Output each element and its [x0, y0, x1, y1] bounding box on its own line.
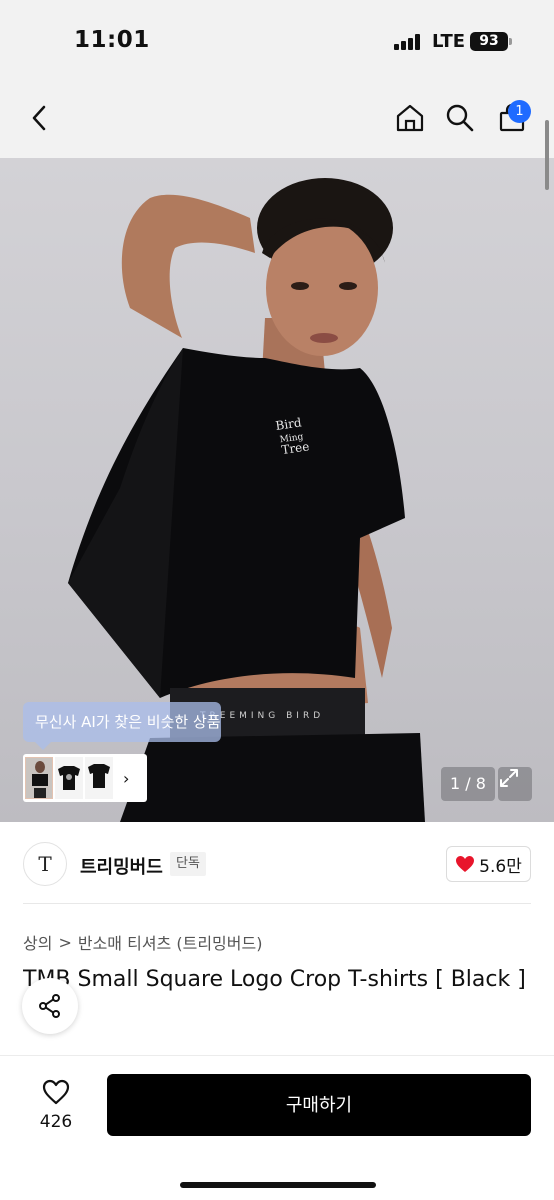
cart-count-badge: 1: [508, 100, 531, 123]
ai-similar-tooltip[interactable]: 무신사 AI가 찾은 비슷한 상품: [23, 702, 221, 750]
status-time: 11:01: [74, 27, 150, 53]
brand-like-count: 5.6만: [479, 856, 522, 877]
breadcrumb: 상의 > 반소매 티셔츠 (트리밍버드): [23, 930, 262, 954]
scrollbar[interactable]: [545, 120, 549, 190]
home-indicator: [180, 1182, 376, 1188]
home-icon: [396, 104, 424, 132]
thumbnail-2[interactable]: [55, 757, 83, 799]
chevron-right-icon[interactable]: ›: [123, 769, 129, 788]
breadcrumb-category[interactable]: 상의: [23, 930, 52, 954]
top-navigation: [0, 80, 554, 158]
chevron-left-icon: [32, 105, 46, 131]
bottom-action-bar: 426 구매하기: [0, 1055, 554, 1200]
brand-logo[interactable]: T: [23, 842, 67, 886]
wishlist-count: 426: [39, 1112, 73, 1132]
status-bar: 11:01 LTE 93: [0, 0, 554, 80]
product-title: TMB Small Square Logo Crop T-shirts [ Bl…: [23, 967, 526, 992]
search-icon: [446, 104, 474, 132]
thumbnail-3[interactable]: [85, 757, 113, 799]
network-label: LTE: [432, 31, 466, 52]
image-counter: 1 / 8: [441, 767, 495, 801]
back-button[interactable]: [22, 100, 58, 136]
divider: [23, 903, 531, 904]
search-button[interactable]: [442, 100, 478, 136]
share-button[interactable]: [22, 978, 78, 1034]
wishlist-button[interactable]: 426: [30, 1078, 82, 1132]
expand-icon: [500, 769, 518, 787]
brand-row: T 트리밍버드 단독 5.6만: [0, 822, 554, 904]
share-icon: [39, 994, 60, 1018]
brand-name[interactable]: 트리밍버드: [80, 853, 163, 879]
breadcrumb-separator: >: [58, 932, 72, 952]
breadcrumb-subcategory[interactable]: 반소매 티셔츠 (트리밍버드): [78, 930, 263, 954]
thumbnail-shirt-image: [58, 766, 80, 790]
thumbnail-shirt-back-image: [88, 764, 110, 788]
signal-icon: [394, 34, 422, 50]
heart-filled-icon: [456, 856, 475, 872]
battery-icon: 93: [470, 32, 508, 51]
thumbnail-strip[interactable]: ›: [23, 754, 147, 802]
product-image-gallery[interactable]: Bird Ming Tree TREEMING BIRD 무신사 AI가 찾은 …: [0, 158, 554, 822]
thumbnail-1[interactable]: [25, 757, 53, 799]
thumbnail-model-image: [32, 761, 48, 798]
buy-button[interactable]: 구매하기: [107, 1074, 531, 1136]
brand-like-button[interactable]: 5.6만: [446, 846, 531, 882]
heart-outline-icon: [42, 1079, 70, 1105]
exclusive-badge: 단독: [170, 852, 206, 876]
battery-cap: [509, 38, 512, 45]
home-button[interactable]: [392, 100, 428, 136]
expand-button[interactable]: [498, 767, 532, 801]
